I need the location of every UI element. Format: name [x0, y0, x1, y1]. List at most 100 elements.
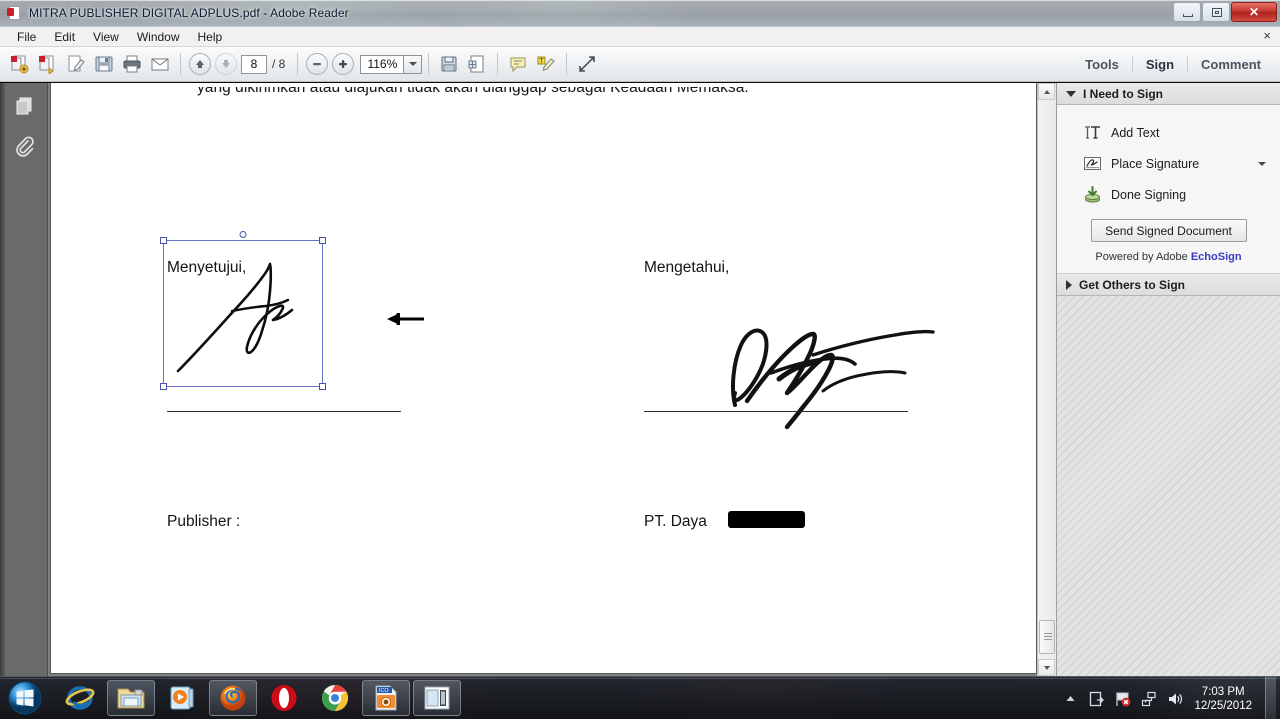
- resize-handle-top-right[interactable]: [319, 237, 326, 244]
- previous-page-button[interactable]: [189, 53, 211, 75]
- done-signing-icon: [1085, 186, 1100, 203]
- google-chrome-icon[interactable]: [311, 680, 359, 716]
- close-button[interactable]: ✕: [1231, 2, 1277, 22]
- document-paragraph-line: yang dikirimkan atau diajukan tidak akan…: [197, 83, 749, 96]
- attachments-icon[interactable]: [9, 131, 39, 161]
- place-signature-icon: [1084, 157, 1101, 170]
- clock-time: 7:03 PM: [1201, 685, 1245, 698]
- sticky-note-icon[interactable]: [505, 51, 531, 77]
- echosign-brand-link[interactable]: EchoSign: [1191, 251, 1242, 263]
- panel-section-title-2: Get Others to Sign: [1079, 277, 1186, 292]
- clock-date: 12/25/2012: [1194, 699, 1252, 712]
- cursor-arrow-icon: [387, 313, 424, 325]
- toolbar: 8 / 8 116% T Tools Sign Comment: [0, 47, 1280, 82]
- menu-item-file[interactable]: File: [8, 29, 45, 45]
- firefox-icon[interactable]: [209, 680, 257, 716]
- image-converter-icon[interactable]: ICO: [362, 680, 410, 716]
- next-page-button[interactable]: [215, 53, 237, 75]
- save-icon[interactable]: [91, 51, 117, 77]
- send-signed-document-button[interactable]: Send Signed Document: [1090, 219, 1247, 242]
- powered-by-label: Powered by Adobe: [1095, 251, 1188, 263]
- main-area: yang dikirimkan atau diajukan tidak akan…: [0, 83, 1280, 676]
- panel-section-get-others-to-sign[interactable]: Get Others to Sign: [1057, 274, 1280, 296]
- menu-item-help[interactable]: Help: [189, 29, 232, 45]
- sign-panel: I Need to Sign Add Text Place Signature …: [1056, 83, 1280, 676]
- internet-explorer-icon[interactable]: [56, 680, 104, 716]
- done-signing-label: Done Signing: [1111, 187, 1187, 202]
- volume-icon[interactable]: [1166, 690, 1183, 707]
- pdf-document-icon: [7, 5, 23, 21]
- adobe-reader-icon[interactable]: [413, 680, 461, 716]
- comment-button[interactable]: Comment: [1188, 53, 1274, 76]
- zoom-dropdown-button[interactable]: [404, 54, 423, 74]
- network-icon[interactable]: [1140, 690, 1157, 707]
- page-tools-icon[interactable]: [464, 51, 490, 77]
- vertical-scrollbar[interactable]: [1037, 83, 1056, 676]
- sign-button[interactable]: Sign: [1133, 53, 1187, 76]
- clock[interactable]: 7:03 PM 12/25/2012: [1194, 685, 1252, 713]
- windows-media-player-icon[interactable]: [158, 680, 206, 716]
- opera-icon[interactable]: [260, 680, 308, 716]
- menu-item-view[interactable]: View: [84, 29, 128, 45]
- device-action-icon[interactable]: [1088, 690, 1105, 707]
- menu-item-window[interactable]: Window: [128, 29, 189, 45]
- page-number-input[interactable]: 8: [241, 54, 267, 74]
- selected-signature-field[interactable]: [160, 231, 326, 390]
- windows-explorer-icon[interactable]: [107, 680, 155, 716]
- taskbar-items: ICO: [56, 680, 461, 716]
- highlight-text-icon[interactable]: T: [533, 51, 559, 77]
- chevron-down-icon[interactable]: [1258, 161, 1266, 166]
- publisher-caption: Publisher :: [167, 513, 241, 530]
- page-total-label: / 8: [272, 57, 286, 71]
- fullscreen-icon[interactable]: [574, 51, 600, 77]
- zoom-level-input[interactable]: 116%: [360, 54, 405, 74]
- done-signing-row[interactable]: Done Signing: [1057, 179, 1280, 210]
- start-orb-icon[interactable]: [3, 679, 47, 717]
- resize-handle-top-left[interactable]: [160, 237, 167, 244]
- add-text-icon: [1085, 126, 1100, 139]
- scrollbar-thumb[interactable]: [1039, 620, 1055, 654]
- taskbar: ICO 7:03 PM 12/25/2012: [0, 676, 1280, 719]
- flag-alert-icon[interactable]: [1114, 690, 1131, 707]
- adobe-reader-window: MITRA PUBLISHER DIGITAL ADPLUS.pdf - Ado…: [0, 0, 1280, 676]
- restore-button[interactable]: [1202, 2, 1230, 22]
- email-icon[interactable]: [147, 51, 173, 77]
- export-pdf-icon[interactable]: [35, 51, 61, 77]
- show-desktop-button[interactable]: [1265, 677, 1276, 719]
- document-viewport[interactable]: yang dikirimkan atau diajukan tidak akan…: [48, 83, 1037, 676]
- signature-rule-right: [644, 411, 908, 412]
- scroll-down-button[interactable]: [1038, 659, 1055, 676]
- chevron-right-icon: [1066, 279, 1072, 290]
- save-file-icon[interactable]: [436, 51, 462, 77]
- place-signature-label: Place Signature: [1111, 156, 1200, 171]
- place-signature-row[interactable]: Place Signature: [1057, 148, 1280, 179]
- create-pdf-icon[interactable]: [7, 51, 33, 77]
- tools-button[interactable]: Tools: [1072, 53, 1132, 76]
- menu-item-edit[interactable]: Edit: [45, 29, 84, 45]
- chevron-down-icon: [1066, 90, 1076, 97]
- company-caption: PT. Daya: [644, 513, 707, 530]
- minimize-button[interactable]: [1173, 2, 1201, 22]
- chevron-down-icon: [408, 62, 417, 66]
- rotation-handle[interactable]: [239, 231, 247, 238]
- pdf-page: yang dikirimkan atau diajukan tidak akan…: [51, 83, 1036, 673]
- redaction-bar: [728, 511, 805, 528]
- resize-handle-bottom-left[interactable]: [160, 383, 167, 390]
- window-controls: ✕: [1173, 2, 1277, 22]
- svg-text:T: T: [540, 58, 545, 65]
- close-document-icon[interactable]: ×: [1263, 29, 1271, 42]
- panel-section-i-need-to-sign[interactable]: I Need to Sign: [1057, 83, 1280, 105]
- navigation-pane: [0, 83, 48, 676]
- scroll-up-button[interactable]: [1038, 83, 1055, 100]
- edit-pdf-icon[interactable]: [63, 51, 89, 77]
- signature-label-right: Mengetahui,: [644, 259, 730, 276]
- zoom-out-button[interactable]: [306, 53, 329, 75]
- zoom-in-button[interactable]: [332, 53, 355, 75]
- show-hidden-icons-arrow[interactable]: [1062, 690, 1079, 707]
- panel-empty-area: [1057, 296, 1280, 676]
- add-text-row[interactable]: Add Text: [1057, 117, 1280, 148]
- resize-handle-bottom-right[interactable]: [319, 383, 326, 390]
- page-thumbnails-icon[interactable]: [9, 91, 39, 121]
- toolbar-right-group: Tools Sign Comment: [1072, 53, 1274, 76]
- print-icon[interactable]: [119, 51, 145, 77]
